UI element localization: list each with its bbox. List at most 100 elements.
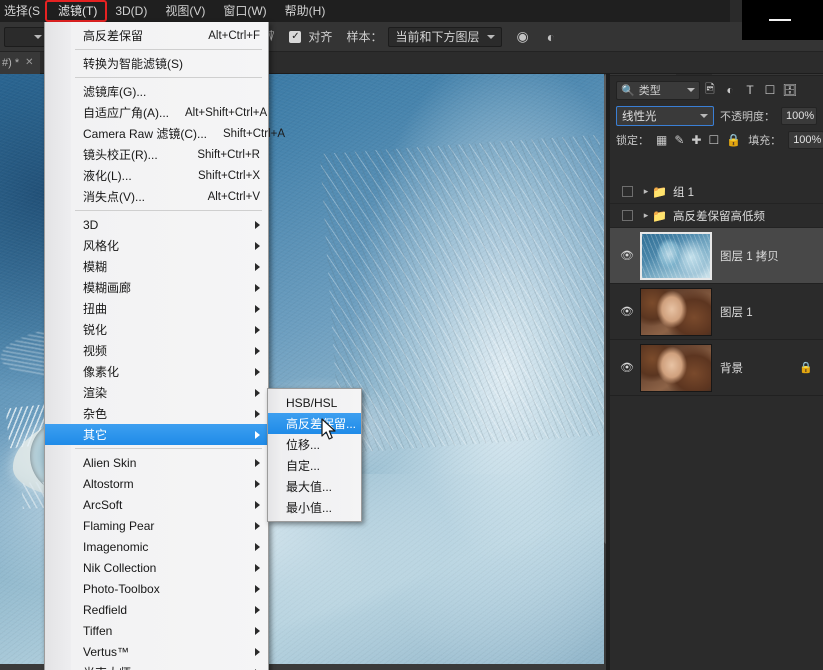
menu-item-video[interactable]: 视频 <box>45 340 268 361</box>
submenu-item-minimum[interactable]: 最小值... <box>268 497 361 518</box>
layer-filter-type-select[interactable]: 🔍 类型 <box>616 80 700 100</box>
menu-item-label: 滤镜库(G)... <box>83 84 147 99</box>
layer-name: 图层 1 拷贝 <box>720 250 779 263</box>
layer-thumbnail[interactable] <box>640 231 712 280</box>
menu-item-imagenomic[interactable]: Imagenomic <box>45 536 268 557</box>
menu-item-label: 杂色 <box>83 406 108 421</box>
menu-item-lens-correction[interactable]: 镜头校正(R)... Shift+Ctrl+R <box>45 144 268 165</box>
layer-name: 高反差保留高低频 <box>672 210 765 223</box>
menu-item-other[interactable]: 其它 <box>45 424 268 445</box>
overlay-window[interactable] <box>742 0 823 40</box>
menu-item-light-beam-master[interactable]: 光束大师 <box>45 662 268 670</box>
align-checkbox[interactable]: ✓ <box>289 30 302 43</box>
submenu-item-custom[interactable]: 自定... <box>268 455 361 476</box>
visibility-toggle[interactable]: 👁 <box>614 249 640 262</box>
menu-item-adaptive-wide-angle[interactable]: 自适应广角(A)... Alt+Shift+Ctrl+A <box>45 102 268 123</box>
submenu-item-high-pass[interactable]: 高反差保留... <box>268 413 361 434</box>
table-row[interactable]: 👁 图层 1 拷贝 <box>610 228 823 284</box>
menu-item-label: 像素化 <box>83 364 120 379</box>
right-panel-dock: 历史记录 图层 通道 莘莒DR4.5加 🔍 类型 🖻 ◐ T ☐ 🗄 线性 <box>610 52 823 670</box>
menu-item-blur-gallery[interactable]: 模糊画廊 <box>45 277 268 298</box>
menu-item-vanishing-point[interactable]: 消失点(V)... Alt+Ctrl+V <box>45 186 268 207</box>
visibility-toggle[interactable]: 👁 <box>614 361 640 374</box>
layer-thumbnail[interactable] <box>640 343 712 392</box>
menu-item-altostorm[interactable]: Altostorm <box>45 473 268 494</box>
minimize-icon[interactable] <box>769 19 791 21</box>
airbrush-pressure-icon[interactable]: ◐ <box>547 29 555 45</box>
visibility-toggle[interactable] <box>614 210 640 221</box>
menu-separator <box>75 49 262 50</box>
menu-select[interactable]: 选择(S <box>0 1 49 22</box>
menu-item-vertus[interactable]: Vertus™ <box>45 641 268 662</box>
menu-item-blur[interactable]: 模糊 <box>45 256 268 277</box>
visibility-toggle[interactable]: 👁 <box>614 305 640 318</box>
menu-item-high-pass-repeat[interactable]: 高反差保留 Alt+Ctrl+F <box>45 25 268 46</box>
menu-help[interactable]: 帮助(H) <box>276 1 335 22</box>
menu-item-distort[interactable]: 扭曲 <box>45 298 268 319</box>
lock-position-icon[interactable]: ✚ <box>691 133 701 147</box>
menu-item-photo-toolbox[interactable]: Photo-Toolbox <box>45 578 268 599</box>
lock-artboard-icon[interactable]: ☐ <box>708 133 719 147</box>
text-filter-icon[interactable]: T <box>740 80 760 100</box>
menu-item-nik-collection[interactable]: Nik Collection <box>45 557 268 578</box>
menu-item-tiffen[interactable]: Tiffen <box>45 620 268 641</box>
menu-item-convert-smart-filter[interactable]: 转换为智能滤镜(S) <box>45 53 268 74</box>
submenu-item-offset[interactable]: 位移... <box>268 434 361 455</box>
menu-item-shortcut: Shift+Ctrl+A <box>223 127 286 140</box>
close-icon[interactable]: ✕ <box>25 57 33 68</box>
menu-item-arcsoft[interactable]: ArcSoft <box>45 494 268 515</box>
list-item[interactable]: ▸ 📁 组 1 <box>610 180 823 204</box>
blend-mode-select[interactable]: 线性光 <box>616 106 714 126</box>
table-row[interactable]: 👁 图层 1 <box>610 284 823 340</box>
menu-item-flaming-pear[interactable]: Flaming Pear <box>45 515 268 536</box>
submenu-item-hsb-hsl[interactable]: HSB/HSL <box>268 392 361 413</box>
opacity-value[interactable]: 100% <box>781 107 817 125</box>
menu-item-label: 模糊画廊 <box>83 280 132 295</box>
chevron-right-icon <box>255 283 260 292</box>
sample-select-value: 当前和下方图层 <box>395 30 480 44</box>
lock-transparent-icon[interactable]: ▦ <box>656 133 667 147</box>
document-tab[interactable]: #) * ✕ <box>0 51 40 74</box>
menu-3d[interactable]: 3D(D) <box>106 1 156 22</box>
table-row[interactable]: 👁 背景 🔒 <box>610 340 823 396</box>
menu-window[interactable]: 窗口(W) <box>214 1 275 22</box>
smartobject-filter-icon[interactable]: 🗄 <box>780 80 800 100</box>
lock-all-icon[interactable]: 🔒 <box>726 133 741 147</box>
menu-item-noise[interactable]: 杂色 <box>45 403 268 424</box>
tool-preset-dropdown[interactable] <box>4 26 48 47</box>
lock-pixels-icon[interactable]: ✎ <box>674 133 684 147</box>
layer-name: 组 1 <box>672 186 695 199</box>
opacity-label: 不透明度： <box>720 111 775 123</box>
menu-separator <box>75 448 262 449</box>
chevron-right-icon[interactable]: ▸ <box>640 210 652 221</box>
menu-item-pixelate[interactable]: 像素化 <box>45 361 268 382</box>
menu-item-liquify[interactable]: 液化(L)... Shift+Ctrl+X <box>45 165 268 186</box>
list-item[interactable]: ▸ 📁 高反差保留高低频 <box>610 204 823 228</box>
chevron-right-icon[interactable]: ▸ <box>640 186 652 197</box>
image-filter-icon[interactable]: 🖻 <box>700 80 720 100</box>
shape-filter-icon[interactable]: ☐ <box>760 80 780 100</box>
adjustment-filter-icon[interactable]: ◐ <box>720 80 740 100</box>
visibility-toggle[interactable] <box>614 186 640 197</box>
submenu-item-maximum[interactable]: 最大值... <box>268 476 361 497</box>
menu-view[interactable]: 视图(V) <box>156 1 214 22</box>
menu-item-3d[interactable]: 3D <box>45 214 268 235</box>
menu-filter[interactable]: 滤镜(T) <box>49 1 106 22</box>
layers-panel: 🔍 类型 🖻 ◐ T ☐ 🗄 线性光 不透明度： 100% 锁定： ▦ ✎ ✚ … <box>610 76 823 670</box>
fill-value[interactable]: 100% <box>788 131 823 149</box>
chevron-down-icon <box>487 34 496 39</box>
menu-item-label: Flaming Pear <box>83 518 155 533</box>
menu-item-filter-gallery[interactable]: 滤镜库(G)... <box>45 81 268 102</box>
sample-select[interactable]: 当前和下方图层 <box>388 26 503 47</box>
menu-item-stylize[interactable]: 风格化 <box>45 235 268 256</box>
layer-name: 图层 1 <box>720 306 753 319</box>
layer-thumbnail[interactable] <box>640 287 712 336</box>
menu-item-camera-raw-filter[interactable]: Camera Raw 滤镜(C)... Shift+Ctrl+A <box>45 123 285 144</box>
eye-icon: 👁 <box>620 362 634 374</box>
menu-item-render[interactable]: 渲染 <box>45 382 268 403</box>
menu-item-alien-skin[interactable]: Alien Skin <box>45 452 268 473</box>
menu-item-sharpen[interactable]: 锐化 <box>45 319 268 340</box>
ignore-adjustment-layers-icon[interactable]: ◉ <box>516 28 528 45</box>
menu-item-redfield[interactable]: Redfield <box>45 599 268 620</box>
menu-item-label: 锐化 <box>83 322 108 337</box>
